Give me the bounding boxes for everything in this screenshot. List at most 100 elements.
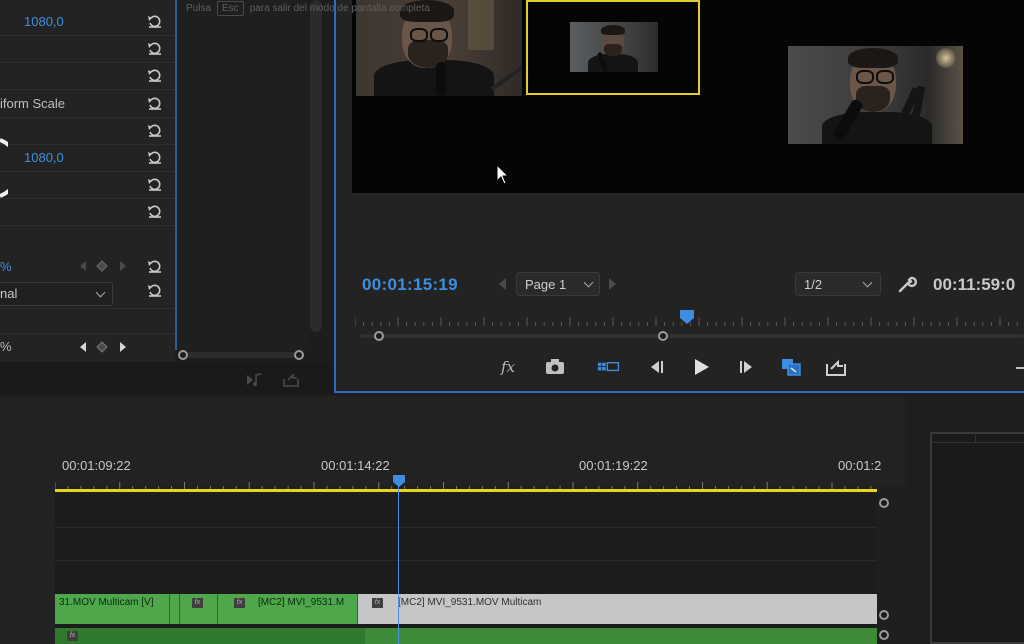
step-back-icon[interactable] <box>644 356 668 378</box>
reset-icon[interactable] <box>146 121 164 139</box>
mouse-cursor-icon <box>496 164 510 185</box>
scroll-handle-start[interactable] <box>178 350 188 360</box>
track-headers <box>0 486 55 644</box>
fx-badge-icon: fx <box>372 598 383 608</box>
reset-icon[interactable] <box>146 175 164 193</box>
step-forward-icon[interactable] <box>735 356 759 378</box>
clip-label: [MC2] MVI_9531.M <box>258 597 345 608</box>
timeline-clip-selected[interactable]: fx [MC2] MVI_9531.MOV Multicam <box>358 594 877 624</box>
timeline-playhead-line[interactable] <box>398 484 399 644</box>
hint-suffix: para salir del modo de pantalla completa <box>249 3 430 14</box>
timeline-playhead[interactable] <box>392 474 406 488</box>
scroll-handle-middle[interactable] <box>879 610 889 620</box>
angle-2-preview <box>570 22 658 72</box>
reset-icon[interactable] <box>146 281 164 299</box>
blend-mode-select[interactable]: nal <box>0 282 113 306</box>
fx-badge-icon: fx <box>67 631 78 641</box>
chevron-down-icon <box>583 277 594 288</box>
resolution-select[interactable]: 1/2 <box>795 272 881 296</box>
current-timecode[interactable]: 00:01:15:19 <box>362 275 458 295</box>
monitor-zoom-scrollbar[interactable] <box>356 330 1024 342</box>
timeline-vertical-scrollbar[interactable] <box>878 494 890 644</box>
fullscreen-exit-hint: Pulsa Esc para salir del modo de pantalla … <box>186 1 430 16</box>
reset-icon[interactable] <box>146 148 164 166</box>
play-icon[interactable] <box>689 356 713 378</box>
timeline-clip[interactable]: 31.MOV Multicam [V] <box>55 594 170 624</box>
speed-value[interactable]: % <box>0 339 12 354</box>
export-frame-icon[interactable] <box>824 356 848 378</box>
resolution-value: 1/2 <box>804 277 823 292</box>
track-divider <box>55 560 877 561</box>
fx-icon: fx <box>501 358 516 376</box>
camera-icon[interactable] <box>543 356 567 378</box>
reset-icon[interactable] <box>146 257 164 275</box>
page-select[interactable]: Page 1 <box>516 272 600 296</box>
work-area-bar[interactable] <box>55 489 877 492</box>
divider <box>0 308 175 309</box>
total-duration-timecode: 00:11:59:0 <box>933 275 1016 294</box>
program-video-frame[interactable] <box>352 0 1024 193</box>
timeline-time-label: 00:01:19:22 <box>579 458 648 473</box>
more-controls-icon[interactable] <box>1016 367 1024 369</box>
blend-mode-value: nal <box>0 286 18 301</box>
ec-value[interactable]: 1080,0 <box>24 14 64 29</box>
wrench-icon[interactable] <box>897 274 917 294</box>
timeline-time-label: 00:01:14:22 <box>321 458 390 473</box>
divider <box>0 333 175 334</box>
reset-icon[interactable] <box>146 94 164 112</box>
effect-controls-panel: 1080,0 iform Scale 1080,0 % nal % <box>0 0 175 362</box>
chevron-down-icon <box>95 287 106 298</box>
opacity-value[interactable]: % <box>0 259 12 274</box>
multicam-icon[interactable] <box>597 356 621 378</box>
fx-button[interactable]: fx <box>498 356 522 378</box>
page-next-icon[interactable] <box>609 278 616 290</box>
keyframe-icon[interactable] <box>78 259 130 273</box>
zoom-handle-start[interactable] <box>374 331 384 341</box>
ec-row-scale-height: 1080,0 <box>0 8 175 36</box>
scroll-handle-end[interactable] <box>294 350 304 360</box>
ec-row <box>0 35 175 63</box>
clip-label: 31.MOV Multicam [V] <box>59 597 154 608</box>
page-label: Page 1 <box>525 277 567 292</box>
timeline-clip[interactable] <box>170 594 180 624</box>
overlay-circle-edge <box>0 138 8 198</box>
multicam-angle-3[interactable] <box>788 46 963 144</box>
ec-row-anchor: 1080,0 <box>0 144 175 172</box>
audio-meter-frame <box>930 432 1024 644</box>
effect-timeline-area <box>177 0 309 350</box>
ec-row-uniform-scale: iform Scale <box>0 90 175 118</box>
esc-key-badge: Esc <box>217 1 244 16</box>
meter-divider <box>975 434 976 442</box>
toggle-overlay-icon[interactable] <box>779 356 803 378</box>
fx-badge-icon: fx <box>234 598 245 608</box>
reset-icon[interactable] <box>146 66 164 84</box>
chevron-down-icon <box>862 277 873 288</box>
hint-prefix: Pulsa <box>186 3 212 14</box>
page-prev-icon[interactable] <box>499 278 506 290</box>
export-icon[interactable] <box>282 372 300 388</box>
clip-label: [MC2] MVI_9531.MOV Multicam <box>398 597 542 608</box>
horizontal-scrollbar[interactable] <box>178 350 304 360</box>
reset-icon[interactable] <box>146 12 164 30</box>
play-audio-icon[interactable] <box>246 372 264 388</box>
scroll-handle-top[interactable] <box>879 498 889 508</box>
scroll-handle-bottom[interactable] <box>879 630 889 640</box>
reset-icon[interactable] <box>146 39 164 57</box>
timeline-time-label: 00:01:09:22 <box>62 458 131 473</box>
ec-row <box>0 117 175 145</box>
ec-value[interactable]: 1080,0 <box>24 150 64 165</box>
keyframe-icon[interactable] <box>78 340 130 354</box>
reset-icon[interactable] <box>146 202 164 220</box>
monitor-playhead[interactable] <box>679 309 695 325</box>
multicam-angle-2-selected[interactable] <box>526 0 700 95</box>
audio-clip[interactable]: fx <box>55 628 365 644</box>
uniform-scale-label[interactable]: iform Scale <box>0 96 65 111</box>
panel-footer <box>0 362 333 394</box>
zoom-handle-end[interactable] <box>658 331 668 341</box>
audio-meter-header <box>932 434 1024 443</box>
track-divider <box>55 527 877 528</box>
vertical-scrollbar[interactable] <box>310 0 322 332</box>
timeline-time-label: 00:01:2 <box>838 458 882 473</box>
timeline-clip[interactable]: fx <box>180 594 218 624</box>
timeline-clip[interactable]: fx [MC2] MVI_9531.M <box>218 594 358 624</box>
